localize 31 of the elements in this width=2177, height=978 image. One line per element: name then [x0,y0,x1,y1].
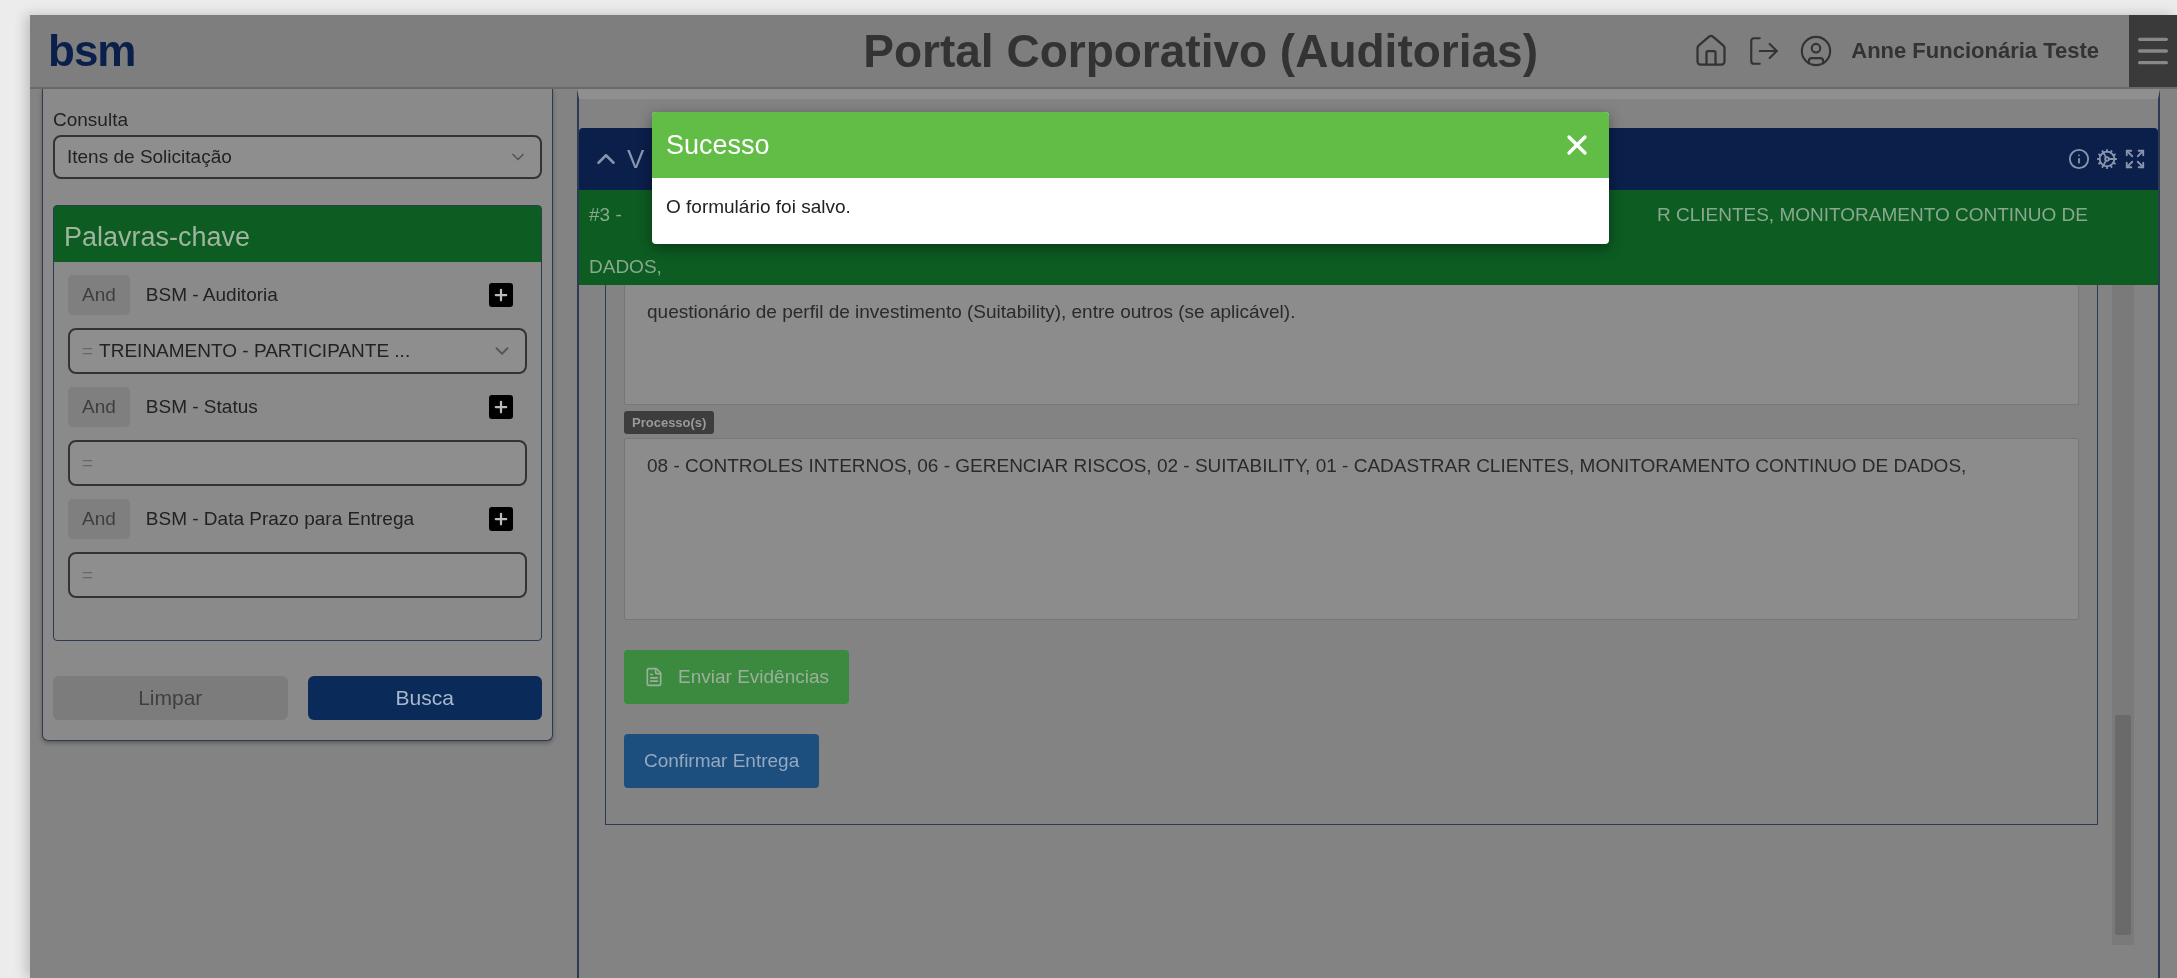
scrollbar[interactable] [2112,285,2134,945]
page-title: Portal Corporativo (Auditorias) [862,24,1539,78]
query-select[interactable]: Itens de Solicitação [53,135,542,180]
query-label: Consulta [53,109,129,131]
document-icon [644,667,664,687]
user-name: Anne Funcionária Teste [1851,38,2099,64]
processes-textarea[interactable]: 08 - CONTROLES INTERNOS, 06 - GERENCIAR RISCOS, 02 - SUITABILITY, 01 - CADASTRAR CLIENTES, MONITORAMENTO CONTINUO DE DADOS, [624,438,2079,620]
dialog-message: O formulário foi salvo. [665,195,852,219]
processes-label: Processo(s) [624,411,715,434]
menu-button[interactable] [2129,15,2177,87]
confirm-delivery-button[interactable]: Confirmar Entrega [624,734,820,788]
filter-field-name: BSM - Data Prazo para Entrega [145,508,416,531]
user-icon[interactable] [1799,34,1834,68]
dialog-title: Sucesso [666,129,770,161]
item-title-continued: DADOS, [589,256,663,278]
panel-title: V [627,143,645,175]
info-icon[interactable] [2068,148,2090,170]
keywords-title: Palavras-chave [54,206,541,263]
logo: bsm [48,26,137,76]
filter-select[interactable]: = TREINAMENTO - PARTICIPANTE ... [68,328,527,375]
operator-label: And [68,387,130,428]
search-button[interactable]: Busca [307,676,542,720]
operator-label: And [68,499,130,540]
description-textarea[interactable]: questionário de perfil de investimento (Suitability), entre outros (se aplicável). [624,285,2079,405]
filter-field-name: BSM - Auditoria [145,284,279,307]
item-title: R CLIENTES, MONITORAMENTO CONTINUO DE [1656,204,2088,226]
gears-icon[interactable] [2096,148,2118,170]
filter-field-name: BSM - Status [145,396,259,419]
expand-icon[interactable] [2124,148,2146,170]
item-number: #3 - [589,204,622,226]
operator-label: And [68,275,130,316]
